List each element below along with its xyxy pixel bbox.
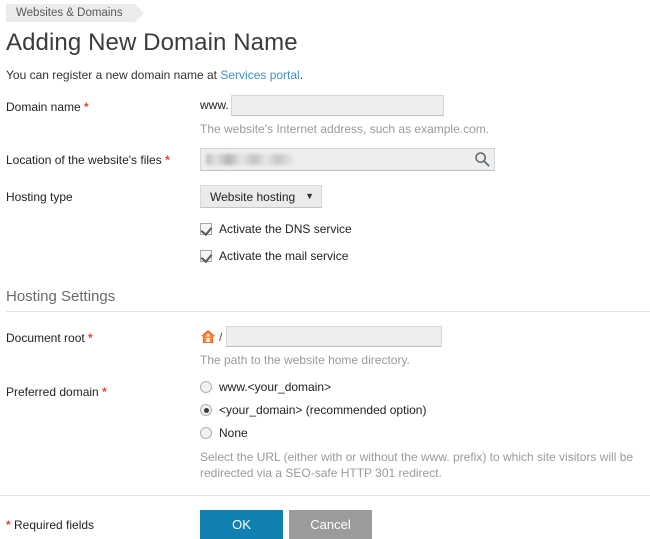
preferred-domain-hint: Select the URL (either with or without t… [200, 450, 634, 480]
dns-service-row[interactable]: Activate the DNS service [200, 222, 650, 236]
cancel-button[interactable]: Cancel [289, 510, 372, 539]
radio-www-domain-label: www.<your_domain> [219, 380, 332, 394]
path-separator: / [219, 329, 223, 344]
form-footer: * Required fields OK Cancel [0, 496, 650, 539]
document-root-line: / [200, 326, 650, 347]
dns-service-label: Activate the DNS service [219, 222, 352, 236]
preferred-domain-option-bare[interactable]: <your_domain> (recommended option) [200, 403, 650, 417]
hosting-type-select[interactable]: Website hosting ▼ [200, 185, 323, 208]
field-domain-name: www. The website's Internet address, suc… [200, 95, 650, 137]
required-asterisk: * [165, 153, 170, 167]
label-hosting-type-text: Hosting type [6, 190, 73, 204]
label-location: Location of the website's files * [6, 148, 200, 168]
field-document-root: / The path to the website home directory… [200, 326, 650, 368]
dns-service-checkbox[interactable] [200, 223, 212, 235]
intro-text-before: You can register a new domain name at [6, 68, 221, 82]
document-root-input[interactable] [226, 326, 443, 347]
domain-name-input[interactable] [230, 95, 444, 116]
chevron-down-icon: ▼ [305, 191, 315, 201]
label-document-root-text: Document root [6, 331, 85, 345]
label-domain-name-text: Domain name [6, 100, 81, 114]
radio-none-label: None [219, 426, 248, 440]
label-preferred-domain-text: Preferred domain [6, 385, 99, 399]
required-fields-note: * Required fields [6, 518, 200, 532]
document-root-hint: The path to the website home directory. [200, 353, 410, 367]
required-asterisk: * [84, 100, 89, 114]
required-fields-note-text: Required fields [10, 517, 95, 532]
breadcrumb-item-websites-and-domains[interactable]: Websites & Domains [6, 4, 144, 22]
label-domain-name: Domain name * [6, 95, 200, 115]
home-icon [200, 329, 216, 344]
label-preferred-domain: Preferred domain * [6, 380, 200, 400]
label-location-text: Location of the website's files [6, 153, 162, 167]
radio-none[interactable] [200, 427, 212, 439]
field-hosting-type: Website hosting ▼ Activate the DNS servi… [200, 185, 650, 263]
intro-text: You can register a new domain name at Se… [6, 67, 650, 83]
radio-bare-domain-label: <your_domain> (recommended option) [219, 403, 427, 417]
page-title: Adding New Domain Name [6, 29, 298, 56]
hosting-settings-section: Hosting Settings [0, 287, 650, 312]
add-domain-form: Domain name * www. The website's Interne… [0, 95, 650, 539]
required-asterisk: * [88, 331, 93, 345]
row-hosting-type: Hosting type Website hosting ▼ Activate … [0, 185, 650, 263]
services-portal-link[interactable]: Services portal [220, 68, 299, 82]
preferred-domain-option-none[interactable]: None [200, 426, 650, 440]
row-document-root: Document root * / The path to the websit… [0, 326, 650, 368]
field-preferred-domain: www.<your_domain> <your_domain> (recomme… [200, 380, 650, 481]
location-search-wrap [200, 148, 495, 171]
mail-service-row[interactable]: Activate the mail service [200, 249, 650, 263]
location-input[interactable] [200, 148, 495, 171]
label-document-root: Document root * [6, 326, 200, 346]
preferred-domain-option-www[interactable]: www.<your_domain> [200, 380, 650, 394]
section-divider [6, 311, 650, 312]
field-location [200, 148, 650, 171]
hosting-settings-title: Hosting Settings [6, 288, 116, 305]
breadcrumb: Websites & Domains [0, 0, 650, 22]
row-location: Location of the website's files * [0, 148, 650, 171]
hosting-type-selected-value: Website hosting [210, 189, 296, 204]
domain-name-hint: The website's Internet address, such as … [200, 122, 490, 136]
mail-service-checkbox[interactable] [200, 250, 212, 262]
label-hosting-type: Hosting type [6, 185, 200, 205]
search-icon[interactable] [474, 151, 490, 167]
mail-service-label: Activate the mail service [219, 249, 349, 263]
row-preferred-domain: Preferred domain * www.<your_domain> <yo… [0, 380, 650, 481]
radio-bare-domain[interactable] [200, 404, 212, 416]
intro-text-after: . [299, 68, 304, 82]
radio-www-domain[interactable] [200, 381, 212, 393]
www-prefix-label: www. [200, 98, 229, 112]
required-asterisk: * [102, 385, 107, 399]
row-domain-name: Domain name * www. The website's Interne… [0, 95, 650, 137]
breadcrumb-label: Websites & Domains [16, 7, 123, 19]
ok-button[interactable]: OK [200, 510, 283, 539]
